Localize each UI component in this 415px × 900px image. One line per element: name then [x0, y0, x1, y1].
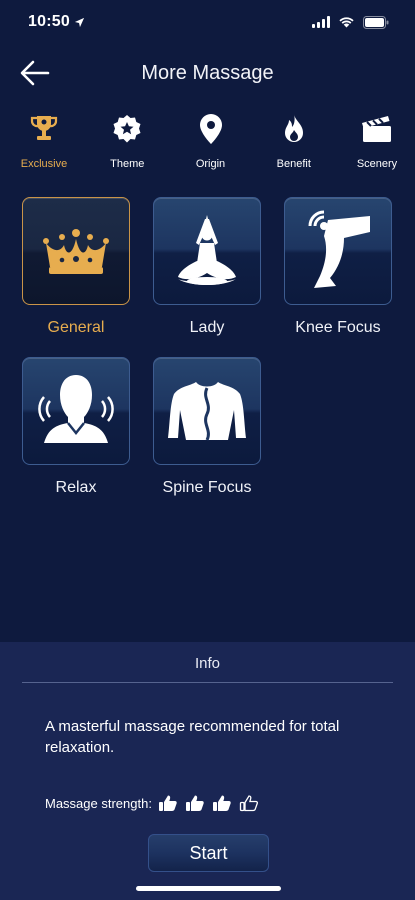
tab-theme[interactable]: Theme [97, 112, 157, 174]
program-tile[interactable] [22, 197, 130, 305]
back-button[interactable] [20, 58, 54, 88]
info-description: A masterful massage recommended for tota… [45, 718, 340, 756]
massage-strength: Massage strength: [45, 794, 259, 812]
program-general[interactable]: General [22, 197, 130, 337]
category-tabs: Exclusive Theme Origin Benefit Scenery [0, 112, 415, 174]
start-button[interactable]: Start [148, 834, 269, 872]
strength-rating [158, 794, 259, 812]
program-label: Relax [55, 479, 97, 496]
header: More Massage [0, 50, 415, 96]
thumbs-up-filled-icon [212, 795, 231, 811]
wifi-icon [339, 17, 354, 28]
tab-label: Exclusive [20, 158, 68, 170]
info-panel: Info A masterful massage recommended for… [0, 642, 415, 900]
meditation-icon [178, 215, 236, 285]
program-grid: General Lady Knee Focus Relax Spine Focu… [22, 197, 402, 497]
status-bar: 10:50 [0, 0, 415, 44]
time-text: 10:50 [28, 13, 70, 30]
flame-icon [284, 114, 303, 142]
tab-label: Theme [110, 158, 145, 170]
spine-back-icon [168, 382, 246, 441]
status-time: 10:50 [28, 13, 85, 31]
relax-head-icon [38, 375, 114, 443]
program-tile[interactable] [284, 197, 392, 305]
back-arrow-icon [20, 60, 50, 86]
program-label: Knee Focus [295, 319, 381, 336]
tab-label: Origin [195, 158, 226, 170]
program-tile[interactable] [153, 197, 261, 305]
battery-icon [363, 15, 389, 29]
signal-icon [312, 16, 330, 28]
clapperboard-icon [362, 116, 391, 142]
status-icons [312, 15, 389, 29]
program-label: General [47, 319, 105, 336]
tab-label: Scenery [356, 158, 398, 170]
program-knee-focus[interactable]: Knee Focus [284, 197, 392, 337]
location-arrow-icon [74, 17, 85, 27]
location-pin-icon [199, 114, 222, 144]
crown-icon [43, 229, 109, 274]
program-tile[interactable] [22, 357, 130, 465]
info-divider [22, 682, 393, 683]
program-lady[interactable]: Lady [153, 197, 261, 337]
tab-scenery[interactable]: Scenery [347, 112, 407, 174]
tab-benefit[interactable]: Benefit [264, 112, 324, 174]
tab-origin[interactable]: Origin [181, 112, 241, 174]
strength-label: Massage strength: [45, 795, 152, 811]
program-relax[interactable]: Relax [22, 357, 130, 497]
trophy-icon [30, 116, 58, 140]
thumbs-up-filled-icon [185, 795, 204, 811]
tab-exclusive[interactable]: Exclusive [14, 112, 74, 174]
info-title: Info [194, 655, 221, 672]
thumbs-up-outline-icon [239, 795, 258, 812]
program-tile[interactable] [153, 357, 261, 465]
page-title: More Massage [141, 61, 274, 84]
home-indicator [136, 886, 281, 891]
knee-icon [308, 210, 370, 288]
star-badge-icon [113, 115, 141, 143]
program-label: Lady [189, 319, 225, 336]
tab-label: Benefit [276, 158, 311, 170]
thumbs-up-filled-icon [158, 795, 177, 811]
program-label: Spine Focus [162, 479, 252, 496]
program-spine-focus[interactable]: Spine Focus [153, 357, 261, 497]
